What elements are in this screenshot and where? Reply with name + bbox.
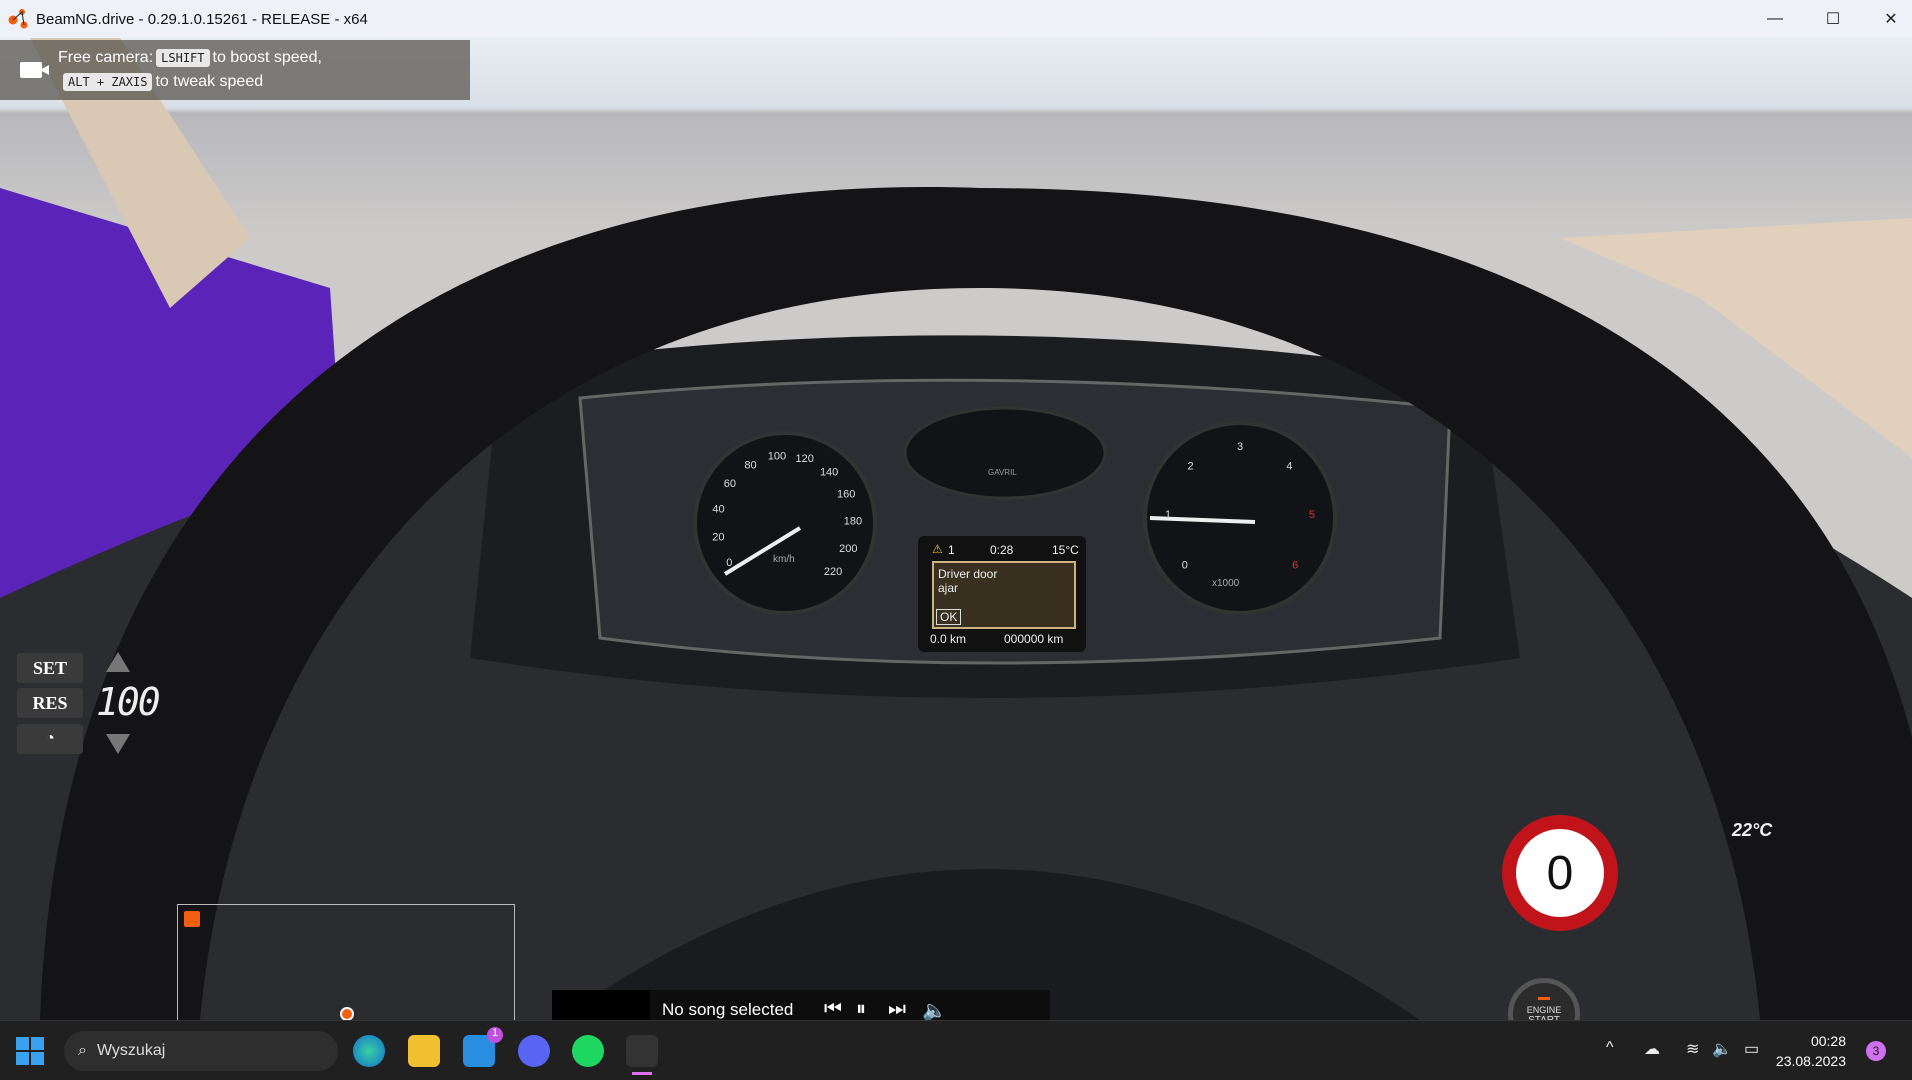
file-explorer-icon[interactable]: [408, 1035, 440, 1067]
warning-icon: ⚠: [932, 542, 943, 556]
warning-count: 1: [948, 543, 955, 557]
show-hidden-icons[interactable]: ^: [1606, 1039, 1614, 1057]
cockpit-scene: 0 20 40 60 80 100 120 140 160 180 200 220 0 1 2 3 4 5 6: [0, 38, 1912, 1020]
beamng-logo-icon: [8, 9, 28, 29]
edge-icon[interactable]: [353, 1035, 385, 1067]
spotify-icon[interactable]: [572, 1035, 604, 1067]
speed-tick-label: 180: [844, 515, 862, 527]
date: 23.08.2023: [1775, 1053, 1846, 1069]
next-icon[interactable]: ⏭: [888, 998, 906, 1021]
speed-indicator: 0: [1502, 815, 1618, 931]
search-box[interactable]: ⌕ Wyszukaj: [64, 1031, 338, 1071]
discord-icon[interactable]: [518, 1035, 550, 1067]
cruise-speed: 100: [96, 680, 161, 724]
speed-tick-label: 120: [795, 453, 813, 465]
trip: 0.0 km: [930, 632, 967, 646]
speed-unit: km/h: [773, 554, 795, 565]
mail-icon[interactable]: 1: [463, 1027, 503, 1067]
speed-up-button[interactable]: [106, 652, 130, 672]
cruise-res-button[interactable]: RES: [17, 688, 83, 718]
odometer: 000000 km: [1004, 632, 1064, 646]
door-message: Driver door ajar OK: [932, 561, 1076, 629]
notification-badge[interactable]: 3: [1866, 1041, 1886, 1061]
cluster-display: ⚠ 1 0:28 15°C Driver door ajar OK 0.0 km…: [918, 536, 1086, 652]
speed-tick-label: 40: [712, 504, 724, 516]
beamng-taskbar-icon[interactable]: [626, 1035, 658, 1075]
camera-icon: [20, 62, 49, 78]
song-title: No song selected: [662, 1000, 794, 1019]
speed-tick-label: 0: [726, 557, 732, 569]
speedometer-icon: ◔: [45, 730, 55, 747]
speed-down-button[interactable]: [106, 734, 130, 754]
title-bar: BeamNG.drive - 0.29.1.0.15261 - RELEASE …: [0, 0, 1912, 38]
speed-tick-label: 100: [768, 450, 786, 462]
minimize-button[interactable]: —: [1746, 0, 1804, 38]
speed-tick-label: 140: [820, 466, 838, 478]
brand: GAVRIL: [988, 468, 1017, 477]
hint-text2: to tweak speed: [155, 73, 264, 90]
hint-text1: to boost speed,: [212, 49, 322, 66]
rpm-tick-label: 5: [1309, 509, 1315, 521]
wifi-icon[interactable]: ≋: [1686, 1039, 1699, 1059]
maximize-button[interactable]: ☐: [1804, 0, 1862, 38]
engine-label: ENGINE: [1526, 1005, 1562, 1015]
rpm-tick-label: 6: [1292, 559, 1298, 571]
game-viewport[interactable]: 0 20 40 60 80 100 120 140 160 180 200 220 0 1 2 3 4 5 6 ⚠ …: [0, 38, 1912, 1020]
rpm-tick-label: 3: [1237, 441, 1243, 453]
cruise-toggle-button[interactable]: ◔: [17, 724, 83, 754]
previous-icon[interactable]: ⏮: [824, 998, 842, 1021]
cluster-time: 0:28: [990, 543, 1014, 557]
search-icon: ⌕: [78, 1042, 87, 1059]
rpm-unit: x1000: [1212, 578, 1240, 589]
speed-tick-label: 200: [839, 543, 857, 555]
cluster-temp: 15°C: [1052, 543, 1079, 557]
taskbar: ⌕ Wyszukaj 1 ^ ☁ ≋ 🔈 ▭ 00:28 23.08.2023 3: [0, 1020, 1912, 1080]
map-icon: [184, 911, 200, 927]
search-placeholder: Wyszukaj: [96, 1042, 166, 1059]
speed-tick-label: 220: [824, 566, 842, 578]
keyboard-key: LSHIFT: [156, 49, 210, 67]
speed-tick-label: 60: [724, 478, 736, 490]
message-line1: Driver door: [938, 567, 998, 581]
speed-tick-label: 80: [744, 459, 756, 471]
rpm-tick-label: 4: [1286, 461, 1292, 473]
camera-hint: Free camera: LSHIFT to boost speed, ALT + …: [0, 40, 470, 100]
rpm-tick-label: 1: [1165, 509, 1171, 521]
play-pause-icon[interactable]: ⏸: [856, 998, 866, 1021]
time: 00:28: [1810, 1033, 1846, 1049]
album-art: [552, 990, 650, 1022]
window-title: BeamNG.drive - 0.29.1.0.15261 - RELEASE …: [36, 10, 368, 28]
battery-icon[interactable]: ▭: [1744, 1039, 1759, 1059]
ok-label: OK: [936, 609, 962, 625]
volume-tray-icon[interactable]: 🔈: [1712, 1039, 1732, 1059]
rpm-tick-label: 2: [1188, 461, 1194, 473]
onedrive-icon[interactable]: ☁: [1644, 1039, 1660, 1059]
start-button[interactable]: [16, 1037, 44, 1065]
music-player: No song selected ⏮ ⏸ ⏭ 🔈: [552, 990, 1050, 1022]
mouse-key: ALT + ZAXIS: [63, 73, 153, 91]
clock[interactable]: 00:28 23.08.2023: [1776, 1031, 1846, 1071]
rpm-tick-label: 0: [1182, 559, 1188, 571]
hint-prefix: Free camera:: [58, 49, 154, 66]
player-marker: [340, 1007, 354, 1021]
speed-tick-label: 160: [837, 488, 855, 500]
speed-tick-label: 20: [712, 531, 724, 543]
climate-temp: 22°C: [1732, 820, 1773, 840]
close-button[interactable]: ✕: [1862, 0, 1912, 38]
mail-badge: 1: [487, 1027, 503, 1043]
cruise-set-button[interactable]: SET: [17, 653, 83, 683]
message-line2: ajar: [938, 581, 959, 595]
minimap[interactable]: [177, 904, 515, 1022]
